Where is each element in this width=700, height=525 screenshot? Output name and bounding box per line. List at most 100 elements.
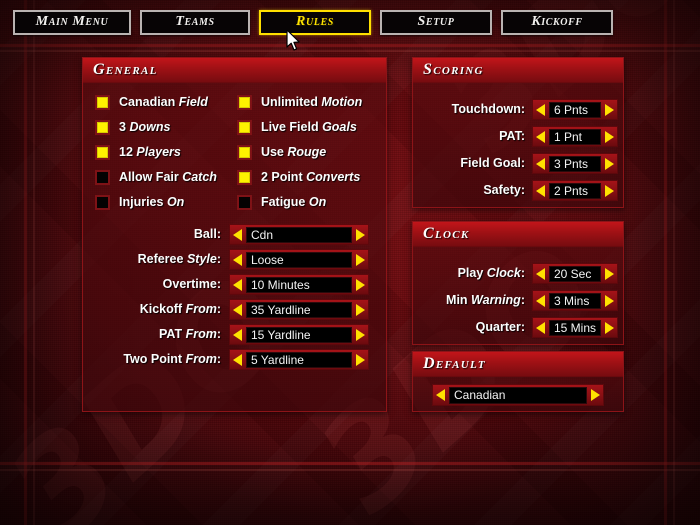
setting-row-referee-style: Referee Style: Loose — [93, 249, 386, 270]
arrow-left-icon[interactable] — [536, 267, 545, 280]
spinner-touchdown[interactable]: 6 Pnts — [532, 99, 618, 120]
arrow-left-icon[interactable] — [233, 303, 242, 316]
label-italic: On — [166, 194, 185, 209]
arrow-right-icon[interactable] — [591, 389, 600, 401]
tab-setup[interactable]: Setup — [380, 9, 492, 35]
panel-header-default: Default — [413, 352, 623, 377]
tab-kickoff[interactable]: Kickoff — [501, 9, 613, 35]
label-italic: Motion — [321, 94, 363, 109]
spinner-safety[interactable]: 2 Pnts — [532, 180, 618, 201]
label-plain: Min — [446, 293, 472, 308]
arrow-right-icon[interactable] — [356, 328, 365, 341]
checkbox-label: Live Field Goals — [261, 121, 357, 134]
checkbox-row-injuries-on[interactable]: Injuries On — [95, 194, 217, 210]
spinner-value-box: Cdn — [246, 226, 352, 243]
checkbox-row-2-point-converts[interactable]: 2 Point Converts — [236, 169, 362, 185]
arrow-left-icon[interactable] — [536, 103, 545, 116]
spinner-default-ruleset[interactable]: Canadian — [432, 384, 604, 406]
tab-main-menu[interactable]: Main Menu — [13, 9, 131, 35]
spinner-overtime[interactable]: 10 Minutes — [229, 274, 369, 295]
label-plain: Live Field — [260, 119, 323, 134]
checkbox-label: Canadian Field — [119, 96, 208, 109]
label-plain: PAT: — [499, 129, 525, 144]
label-italic: From — [185, 302, 217, 317]
spinner-value-box: 15 Yardline — [246, 326, 352, 343]
arrow-left-icon[interactable] — [536, 130, 545, 143]
spinner-quarter[interactable]: 15 Mins — [532, 317, 618, 338]
checkbox-use-rouge[interactable] — [236, 144, 252, 160]
arrow-right-icon[interactable] — [356, 228, 365, 241]
label-italic: From — [185, 352, 217, 367]
spinner-value-box: 15 Mins — [549, 319, 601, 336]
arrow-right-icon[interactable] — [605, 294, 614, 307]
arrow-left-icon[interactable] — [233, 228, 242, 241]
arrow-left-icon[interactable] — [536, 157, 545, 170]
arrow-right-icon[interactable] — [356, 353, 365, 366]
checkbox-row-use-rouge[interactable]: Use Rouge — [236, 144, 362, 160]
spinner-min-warning[interactable]: 3 Mins — [532, 290, 618, 311]
arrow-right-icon[interactable] — [605, 157, 614, 170]
checkbox-row-3-downs[interactable]: 3 Downs — [95, 119, 217, 135]
checkbox-2-point-converts[interactable] — [236, 169, 252, 185]
panel-body-clock: Play Clock: 20 Sec Min Warning: 3 Mins Q… — [413, 247, 623, 338]
spinner-ball[interactable]: Cdn — [229, 224, 369, 245]
label-plain: Overtime: — [162, 277, 221, 292]
tab-label: Teams — [175, 14, 215, 29]
arrow-left-icon[interactable] — [233, 253, 242, 266]
spinner-value-box: 2 Pnts — [549, 182, 601, 199]
checkbox-row-allow-fair-catch[interactable]: Allow Fair Catch — [95, 169, 217, 185]
arrow-left-icon[interactable] — [436, 389, 445, 401]
checkbox-fatigue-on[interactable] — [236, 194, 252, 210]
checkbox-12-players[interactable] — [95, 144, 110, 160]
arrow-right-icon[interactable] — [605, 267, 614, 280]
label-italic: Players — [136, 144, 181, 159]
checkbox-allow-fair-catch[interactable] — [95, 169, 110, 185]
spinner-referee-style[interactable]: Loose — [229, 249, 369, 270]
arrow-right-icon[interactable] — [356, 253, 365, 266]
arrow-left-icon[interactable] — [536, 321, 545, 334]
label-italic: Clock — [486, 266, 521, 281]
checkbox-label: Use Rouge — [261, 146, 326, 159]
arrow-right-icon[interactable] — [356, 303, 365, 316]
setting-label: Field Goal: — [421, 157, 525, 170]
arrow-left-icon[interactable] — [233, 278, 242, 291]
checkbox-label: Unlimited Motion — [261, 96, 362, 109]
checkbox-live-field-goals[interactable] — [236, 119, 252, 135]
spinner-play-clock[interactable]: 20 Sec — [532, 263, 618, 284]
arrow-right-icon[interactable] — [605, 321, 614, 334]
arrow-right-icon[interactable] — [605, 130, 614, 143]
arrow-left-icon[interactable] — [233, 353, 242, 366]
label-plain: Injuries — [119, 194, 167, 209]
checkbox-injuries-on[interactable] — [95, 194, 110, 210]
arrow-right-icon[interactable] — [605, 184, 614, 197]
arrow-left-icon[interactable] — [536, 184, 545, 197]
arrow-left-icon[interactable] — [536, 294, 545, 307]
spinner-kickoff-from[interactable]: 35 Yardline — [229, 299, 369, 320]
tab-rules[interactable]: Rules — [259, 9, 371, 35]
setting-label: Kickoff From: — [93, 303, 221, 316]
tab-teams[interactable]: Teams — [140, 9, 250, 35]
arrow-left-icon[interactable] — [233, 328, 242, 341]
label-italic: Catch — [182, 169, 217, 184]
spinner-two-point-from[interactable]: 5 Yardline — [229, 349, 369, 370]
spinner-field-goal[interactable]: 3 Pnts — [532, 153, 618, 174]
checkbox-row-unlimited-motion[interactable]: Unlimited Motion — [236, 94, 362, 110]
spinner-pat[interactable]: 1 Pnt — [532, 126, 618, 147]
arrow-right-icon[interactable] — [356, 278, 365, 291]
panel-title: General — [93, 61, 158, 78]
label-italic: From — [185, 327, 217, 342]
spinner-pat-from[interactable]: 15 Yardline — [229, 324, 369, 345]
checkbox-canadian-field[interactable] — [95, 94, 110, 110]
checkbox-row-12-players[interactable]: 12 Players — [95, 144, 217, 160]
setting-row-safety: Safety: 2 Pnts — [421, 180, 623, 201]
checkbox-row-canadian-field[interactable]: Canadian Field — [95, 94, 217, 110]
checkbox-row-fatigue-on[interactable]: Fatigue On — [236, 194, 362, 210]
label-plain: Touchdown: — [451, 102, 525, 117]
label-plain: 3 — [119, 119, 130, 134]
label-plain: 12 — [119, 144, 137, 159]
label-italic: Field — [178, 94, 208, 109]
checkbox-unlimited-motion[interactable] — [236, 94, 252, 110]
checkbox-3-downs[interactable] — [95, 119, 110, 135]
arrow-right-icon[interactable] — [605, 103, 614, 116]
checkbox-row-live-field-goals[interactable]: Live Field Goals — [236, 119, 362, 135]
